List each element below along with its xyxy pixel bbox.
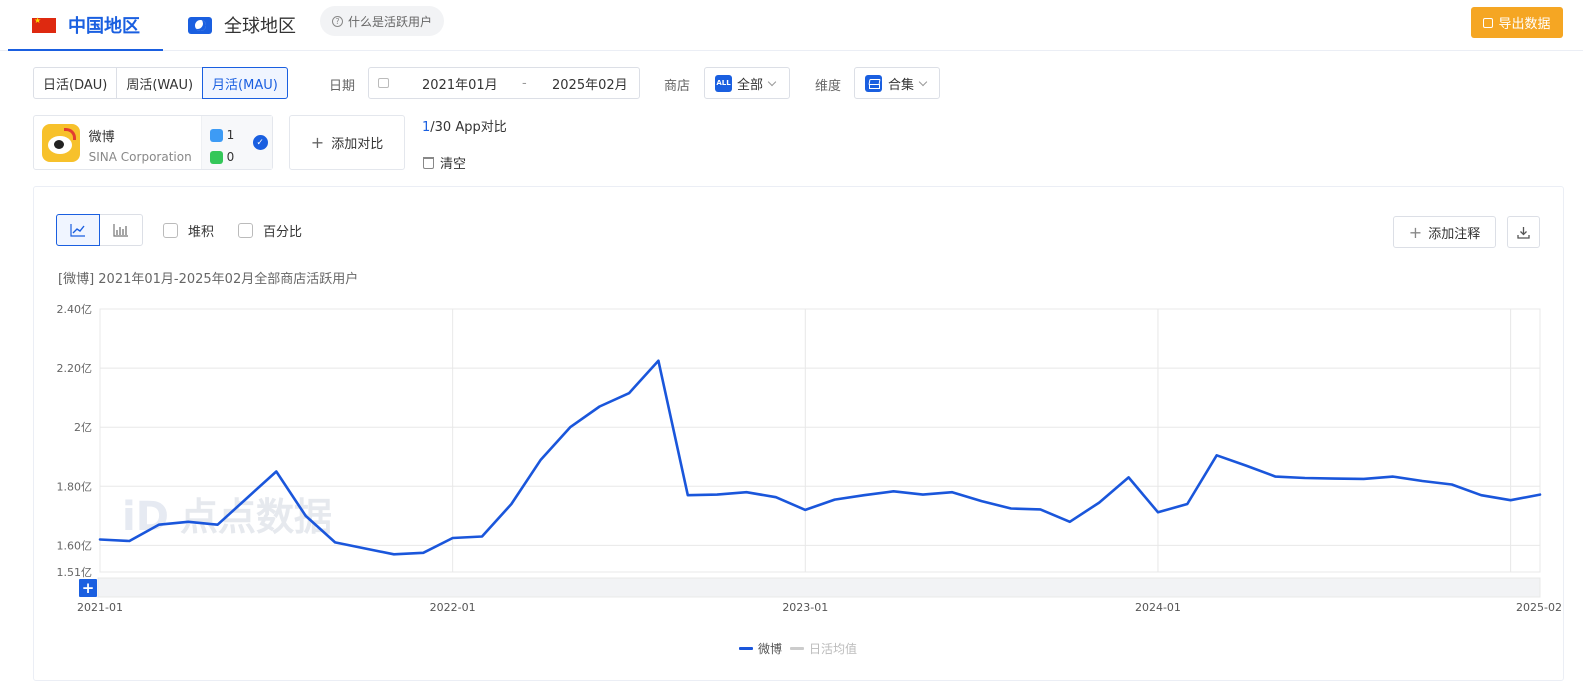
x-tick-label: 2021-01: [77, 601, 123, 614]
line-chart: 2.40亿2.20亿2亿1.80亿1.60亿1.51亿iD 点点数据+2021-0…: [57, 303, 1563, 614]
series-line-weibo: [98, 359, 1542, 556]
watermark-text: 点点数据: [180, 495, 332, 539]
y-tick-label: 2.20亿: [57, 362, 93, 375]
x-tick-label: 2024-01: [1135, 601, 1181, 614]
legend-swatch: [790, 647, 805, 650]
y-tick-label: 1.60亿: [57, 539, 93, 552]
plus-icon: +: [82, 579, 95, 597]
y-tick-label: 1.51亿: [57, 566, 93, 579]
y-tick-label: 1.80亿: [57, 480, 93, 493]
legend-label-weibo: 微博: [758, 642, 783, 656]
legend-item-dau-avg[interactable]: 日活均值: [790, 640, 857, 657]
legend-label-dau-avg: 日活均值: [809, 642, 858, 656]
chart-legend: 微博 日活均值: [739, 640, 865, 657]
x-tick-label: 2023-01: [782, 601, 828, 614]
y-tick-label: 2.40亿: [57, 303, 93, 316]
legend-swatch: [739, 647, 753, 650]
y-tick-label: 2亿: [74, 421, 92, 434]
legend-item-weibo[interactable]: 微博: [739, 640, 782, 657]
x-tick-label: 2022-01: [430, 601, 476, 614]
x-tick-label: 2025-02: [1516, 601, 1562, 614]
range-slider-track[interactable]: [97, 577, 1541, 598]
